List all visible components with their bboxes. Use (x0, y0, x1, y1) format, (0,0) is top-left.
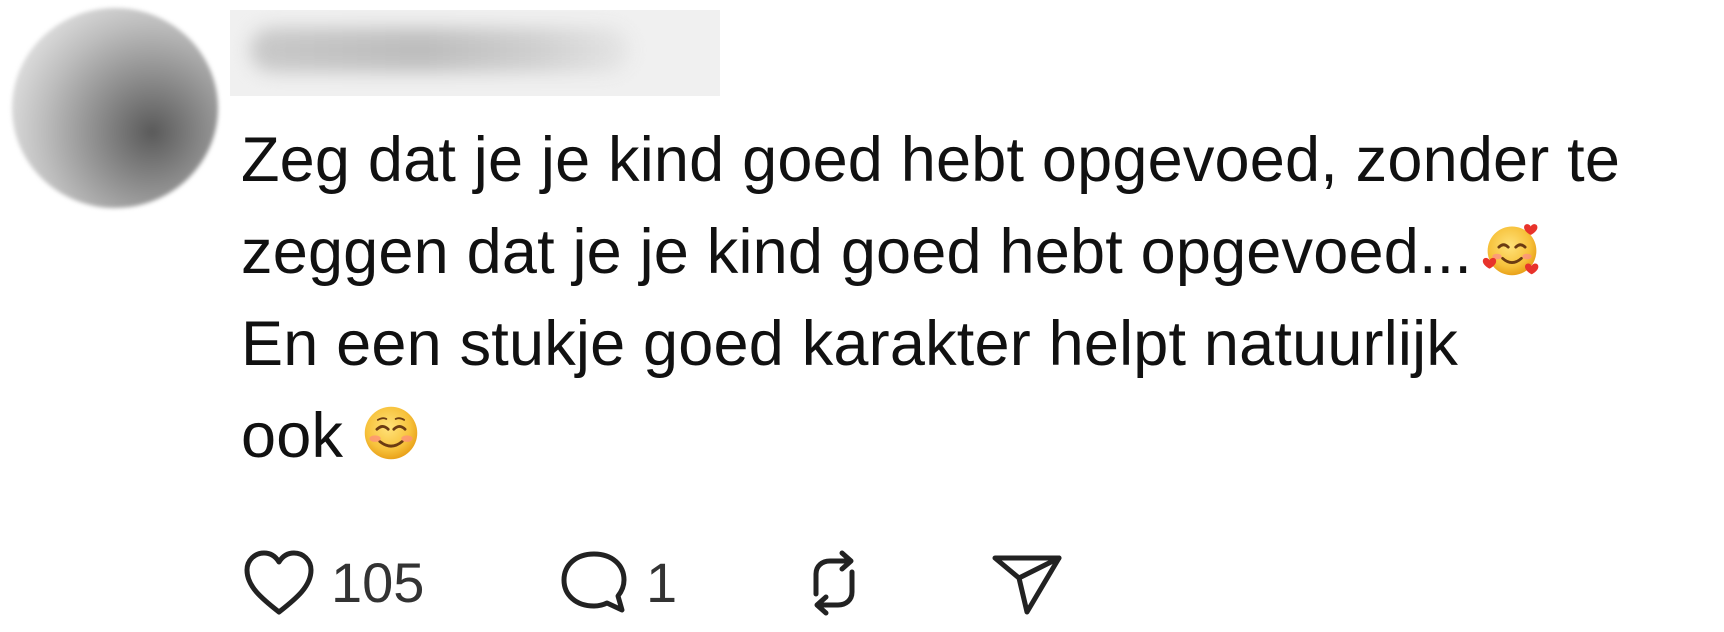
post-line-text: En een stukje goed karakter helpt natuur… (241, 309, 1459, 379)
smiling-face-with-hearts-icon (1482, 224, 1539, 276)
like-count: 105 (331, 551, 425, 614)
smiling-face-icon (364, 406, 418, 460)
post-line-text: ook (241, 401, 344, 471)
action-bar: 105 1 (241, 548, 1141, 618)
post-line: Zeg dat je je kind goed hebt opgevoed, z… (241, 114, 1711, 206)
reply-count: 1 (646, 551, 678, 614)
username-redacted[interactable] (230, 10, 720, 96)
heart-icon (244, 550, 314, 615)
post-line: ook (241, 390, 1711, 482)
post-line-text: zeggen dat je je kind goed hebt opgevoed… (241, 217, 1473, 287)
avatar[interactable] (12, 8, 218, 208)
repost-button[interactable] (796, 548, 872, 618)
repost-icon (813, 550, 855, 616)
post-body: Zeg dat je je kind goed hebt opgevoed, z… (241, 114, 1711, 482)
reply-button[interactable]: 1 (556, 548, 677, 618)
post-line: En een stukje goed karakter helpt natuur… (241, 298, 1711, 390)
post-line: zeggen dat je je kind goed hebt opgevoed… (241, 206, 1711, 298)
send-icon (992, 555, 1062, 615)
speech-bubble-icon (561, 551, 627, 613)
post-line-text: Zeg dat je je kind goed hebt opgevoed, z… (241, 125, 1621, 195)
share-button[interactable] (989, 548, 1065, 618)
like-button[interactable]: 105 (241, 548, 424, 618)
